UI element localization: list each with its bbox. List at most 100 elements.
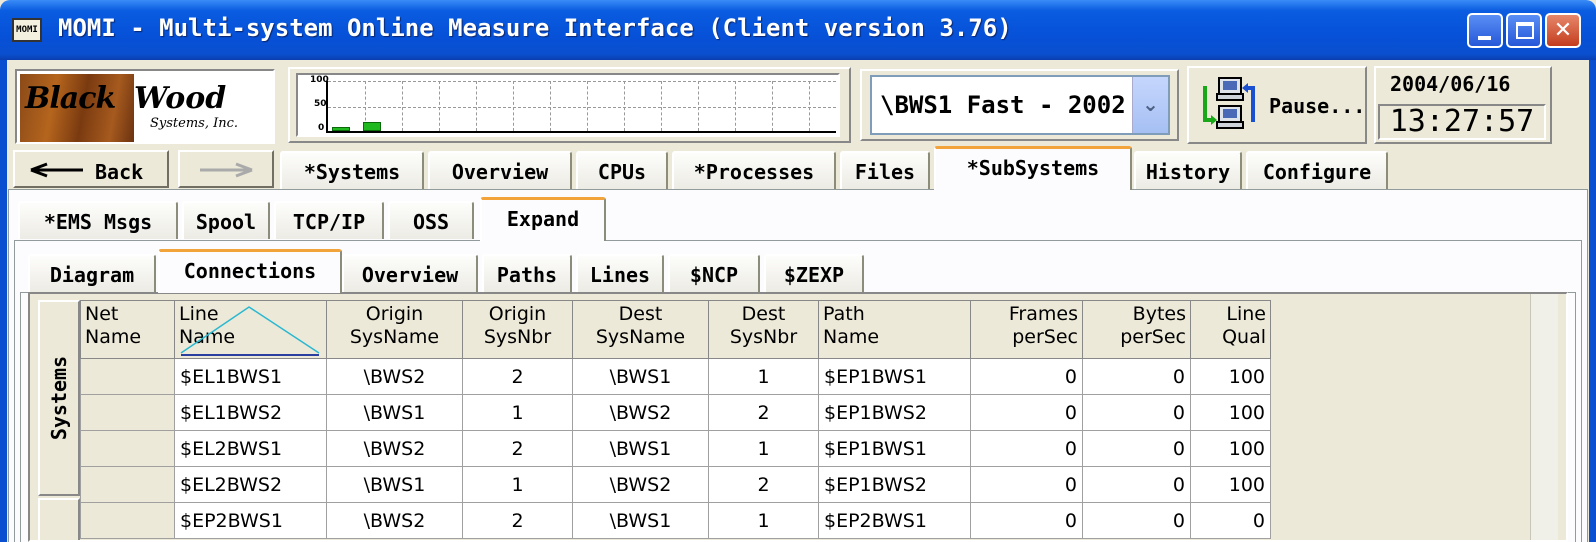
forward-button bbox=[178, 150, 274, 188]
tab-history[interactable]: History bbox=[1134, 151, 1242, 189]
table-cell: \BWS2 bbox=[572, 466, 709, 503]
table-cell: 0 bbox=[970, 430, 1083, 467]
tab-tcpip[interactable]: TCP/IP bbox=[274, 201, 384, 239]
table-cell: \BWS2 bbox=[572, 394, 709, 431]
table-row[interactable]: $EL1BWS2 \BWS1 1 \BWS2 2 $EP1BWS2 0 0 100 bbox=[80, 394, 1271, 431]
tab-diagram[interactable]: Diagram bbox=[28, 254, 156, 292]
window-frame-left bbox=[0, 60, 7, 542]
col-frames-persec[interactable]: Frames perSec bbox=[970, 300, 1083, 359]
close-button[interactable]: ✕ bbox=[1545, 13, 1581, 48]
table-row[interactable]: $EL2BWS2 \BWS1 1 \BWS2 2 $EP1BWS2 0 0 100 bbox=[80, 466, 1271, 503]
window-frame-right bbox=[1589, 60, 1596, 542]
company-logo: Black Wood Systems, Inc. bbox=[15, 69, 275, 144]
col-line-name[interactable]: Line Name bbox=[174, 300, 327, 359]
table-cell: 0 bbox=[1082, 358, 1191, 395]
table-cell: $EP1BWS1 bbox=[818, 358, 971, 395]
system-select[interactable]: \BWS1 Fast - 2002 ⌄ bbox=[870, 75, 1170, 135]
table-cell: 100 bbox=[1190, 466, 1271, 503]
table-row[interactable]: $EL1BWS1 \BWS2 2 \BWS1 1 $EP1BWS1 0 0 100 bbox=[80, 358, 1271, 395]
table-cell: $EP2BWS1 bbox=[818, 502, 971, 539]
graph-gridline bbox=[698, 81, 699, 131]
graph-gridline bbox=[550, 81, 551, 131]
tab-configure[interactable]: Configure bbox=[1246, 151, 1388, 189]
col-net-name[interactable]: Net Name bbox=[80, 300, 175, 359]
table-cell: 0 bbox=[1082, 430, 1191, 467]
table-cell: 1 bbox=[708, 430, 819, 467]
graph-gridline bbox=[402, 81, 403, 131]
pause-label: Pause... bbox=[1269, 94, 1366, 118]
table-cell: 100 bbox=[1190, 394, 1271, 431]
table-cell: 2 bbox=[708, 394, 819, 431]
minimize-icon bbox=[1478, 36, 1491, 40]
tab-paths[interactable]: Paths bbox=[482, 254, 572, 292]
minimize-button[interactable] bbox=[1467, 13, 1503, 48]
tab-zexp[interactable]: $ZEXP bbox=[764, 254, 864, 292]
table-cell: \BWS1 bbox=[326, 394, 463, 431]
graph-gridline bbox=[328, 107, 836, 108]
window-title: MOMI - Multi-system Online Measure Inter… bbox=[58, 14, 1012, 42]
side-tab-2[interactable] bbox=[38, 498, 80, 540]
tab-cpus[interactable]: CPUs bbox=[576, 151, 668, 189]
tab-expand[interactable]: Expand bbox=[480, 197, 606, 241]
col-origin-sysname[interactable]: Origin SysName bbox=[326, 300, 463, 359]
col-line-qual[interactable]: Line Qual bbox=[1190, 300, 1271, 359]
tab-subsystems[interactable]: *SubSystems bbox=[934, 146, 1132, 190]
col-bytes-persec[interactable]: Bytes perSec bbox=[1082, 300, 1191, 359]
table-cell: 1 bbox=[708, 358, 819, 395]
tab-overview[interactable]: Overview bbox=[428, 151, 572, 189]
graph-gridline bbox=[476, 81, 477, 131]
table-cell: 0 bbox=[970, 394, 1083, 431]
tab-connections[interactable]: Connections bbox=[158, 249, 342, 293]
datetime-panel: 2004/06/16 13:27:57 bbox=[1374, 66, 1552, 144]
chevron-down-icon[interactable]: ⌄ bbox=[1132, 77, 1168, 133]
tab-systems[interactable]: *Systems bbox=[280, 151, 424, 189]
table-header-row: Net Name Line Name Origin SysName Origin Sys… bbox=[80, 300, 1271, 359]
table-cell: \BWS1 bbox=[326, 466, 463, 503]
tab-ncp[interactable]: $NCP bbox=[668, 254, 760, 292]
col-path-name[interactable]: Path Name bbox=[818, 300, 971, 359]
graph-gridline bbox=[587, 81, 588, 131]
tab-spool[interactable]: Spool bbox=[182, 201, 270, 239]
table-cell: 2 bbox=[462, 358, 573, 395]
table-cell: \BWS2 bbox=[326, 358, 463, 395]
graph-gridline bbox=[624, 81, 625, 131]
col-origin-sysnbr[interactable]: Origin SysNbr bbox=[462, 300, 573, 359]
tab-ems-msgs[interactable]: *EMS Msgs bbox=[18, 201, 178, 239]
title-bar[interactable]: MOMI MOMI - Multi-system Online Measure … bbox=[0, 0, 1596, 60]
maximize-button[interactable] bbox=[1506, 13, 1542, 48]
pause-button[interactable]: Pause... bbox=[1187, 66, 1367, 144]
table-cell: $EP1BWS1 bbox=[818, 430, 971, 467]
systems-side-tab[interactable]: Systems bbox=[38, 300, 80, 496]
table-cell bbox=[80, 466, 175, 503]
table-cell: 100 bbox=[1190, 358, 1271, 395]
table-row[interactable]: $EL2BWS1 \BWS2 2 \BWS1 1 $EP1BWS1 0 0 100 bbox=[80, 430, 1271, 467]
tab-files[interactable]: Files bbox=[840, 151, 930, 189]
forward-arrow-icon bbox=[200, 162, 253, 178]
table-cell: \BWS1 bbox=[572, 430, 709, 467]
tab-processes[interactable]: *Processes bbox=[672, 151, 836, 189]
back-label: Back bbox=[95, 160, 144, 184]
graph-label-50: 50 bbox=[314, 99, 327, 109]
connections-grid: Systems Net Name Line Name Origin SysName O… bbox=[28, 292, 1568, 542]
table-cell: 2 bbox=[462, 430, 573, 467]
table-cell: $EL2BWS1 bbox=[174, 430, 327, 467]
table-cell: \BWS2 bbox=[326, 502, 463, 539]
col-dest-sysnbr[interactable]: Dest SysNbr bbox=[708, 300, 819, 359]
table-cell: \BWS1 bbox=[572, 358, 709, 395]
connections-table: Net Name Line Name Origin SysName Origin Sys… bbox=[80, 300, 1271, 539]
table-cell bbox=[80, 430, 175, 467]
current-time: 13:27:57 bbox=[1378, 104, 1546, 140]
back-button[interactable]: Back bbox=[13, 150, 169, 188]
vertical-scrollbar[interactable] bbox=[1530, 294, 1558, 540]
table-cell: 0 bbox=[1190, 502, 1271, 539]
graph-gridline bbox=[661, 81, 662, 131]
table-cell: 1 bbox=[462, 466, 573, 503]
table-row[interactable]: $EP2BWS1 \BWS2 2 \BWS1 1 $EP2BWS1 0 0 0 bbox=[80, 502, 1271, 539]
graph-gridline bbox=[772, 81, 773, 131]
tab-lines[interactable]: Lines bbox=[576, 254, 664, 292]
table-cell: 100 bbox=[1190, 430, 1271, 467]
tab-oss[interactable]: OSS bbox=[388, 201, 474, 239]
table-cell bbox=[80, 358, 175, 395]
col-dest-sysname[interactable]: Dest SysName bbox=[572, 300, 709, 359]
tab-expand-overview[interactable]: Overview bbox=[342, 254, 478, 292]
